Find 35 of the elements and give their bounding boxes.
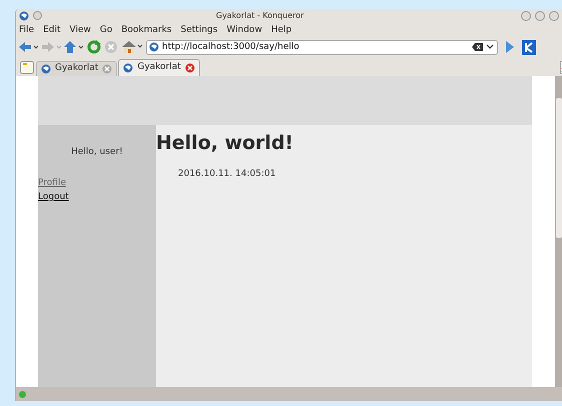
- globe-icon: [149, 42, 159, 52]
- close-tab-icon[interactable]: [184, 62, 195, 73]
- menu-item[interactable]: Go: [100, 24, 112, 38]
- menu-item[interactable]: Help: [271, 24, 292, 38]
- status-indicator-icon: [19, 390, 26, 398]
- globe-icon: [123, 62, 134, 73]
- stop-icon[interactable]: [104, 40, 118, 54]
- menu-item[interactable]: Edit: [43, 24, 60, 38]
- new-tab-icon[interactable]: [20, 60, 34, 74]
- home-icon[interactable]: [121, 40, 143, 54]
- globe-icon: [41, 64, 51, 74]
- browser-tab[interactable]: Gyakorlat: [118, 58, 200, 76]
- menu-item[interactable]: View: [70, 24, 91, 38]
- scroll-thumb[interactable]: [556, 98, 562, 238]
- back-arrow-icon[interactable]: [18, 41, 38, 54]
- menu-item[interactable]: File: [19, 24, 34, 38]
- window-title: Gyakorlat - Konqueror: [216, 10, 304, 22]
- address-field[interactable]: http://localhost:3000/say/hello: [146, 40, 498, 55]
- timestamp-text: 2016.10.11. 14:05:01: [178, 168, 276, 182]
- menu-item[interactable]: Bookmarks: [121, 24, 172, 38]
- page-heading: Hello, world!: [156, 130, 294, 156]
- reload-icon[interactable]: [87, 40, 101, 54]
- up-arrow-icon[interactable]: [64, 40, 84, 54]
- go-arrow-icon[interactable]: [505, 40, 515, 54]
- browser-tab[interactable]: Gyakorlat: [36, 60, 118, 76]
- clear-icon[interactable]: [472, 43, 483, 52]
- logo-icon: [522, 40, 536, 55]
- scrollbar[interactable]: [555, 76, 562, 388]
- dropdown-caret-icon[interactable]: [486, 44, 494, 50]
- menu-item[interactable]: Settings: [180, 24, 218, 38]
- nav-link[interactable]: Logout: [38, 190, 69, 204]
- menu-item[interactable]: Window: [226, 24, 262, 38]
- globe-icon[interactable]: [19, 10, 29, 21]
- close-tab-icon[interactable]: [102, 64, 112, 74]
- greeting-text: Hello, user!: [71, 146, 123, 159]
